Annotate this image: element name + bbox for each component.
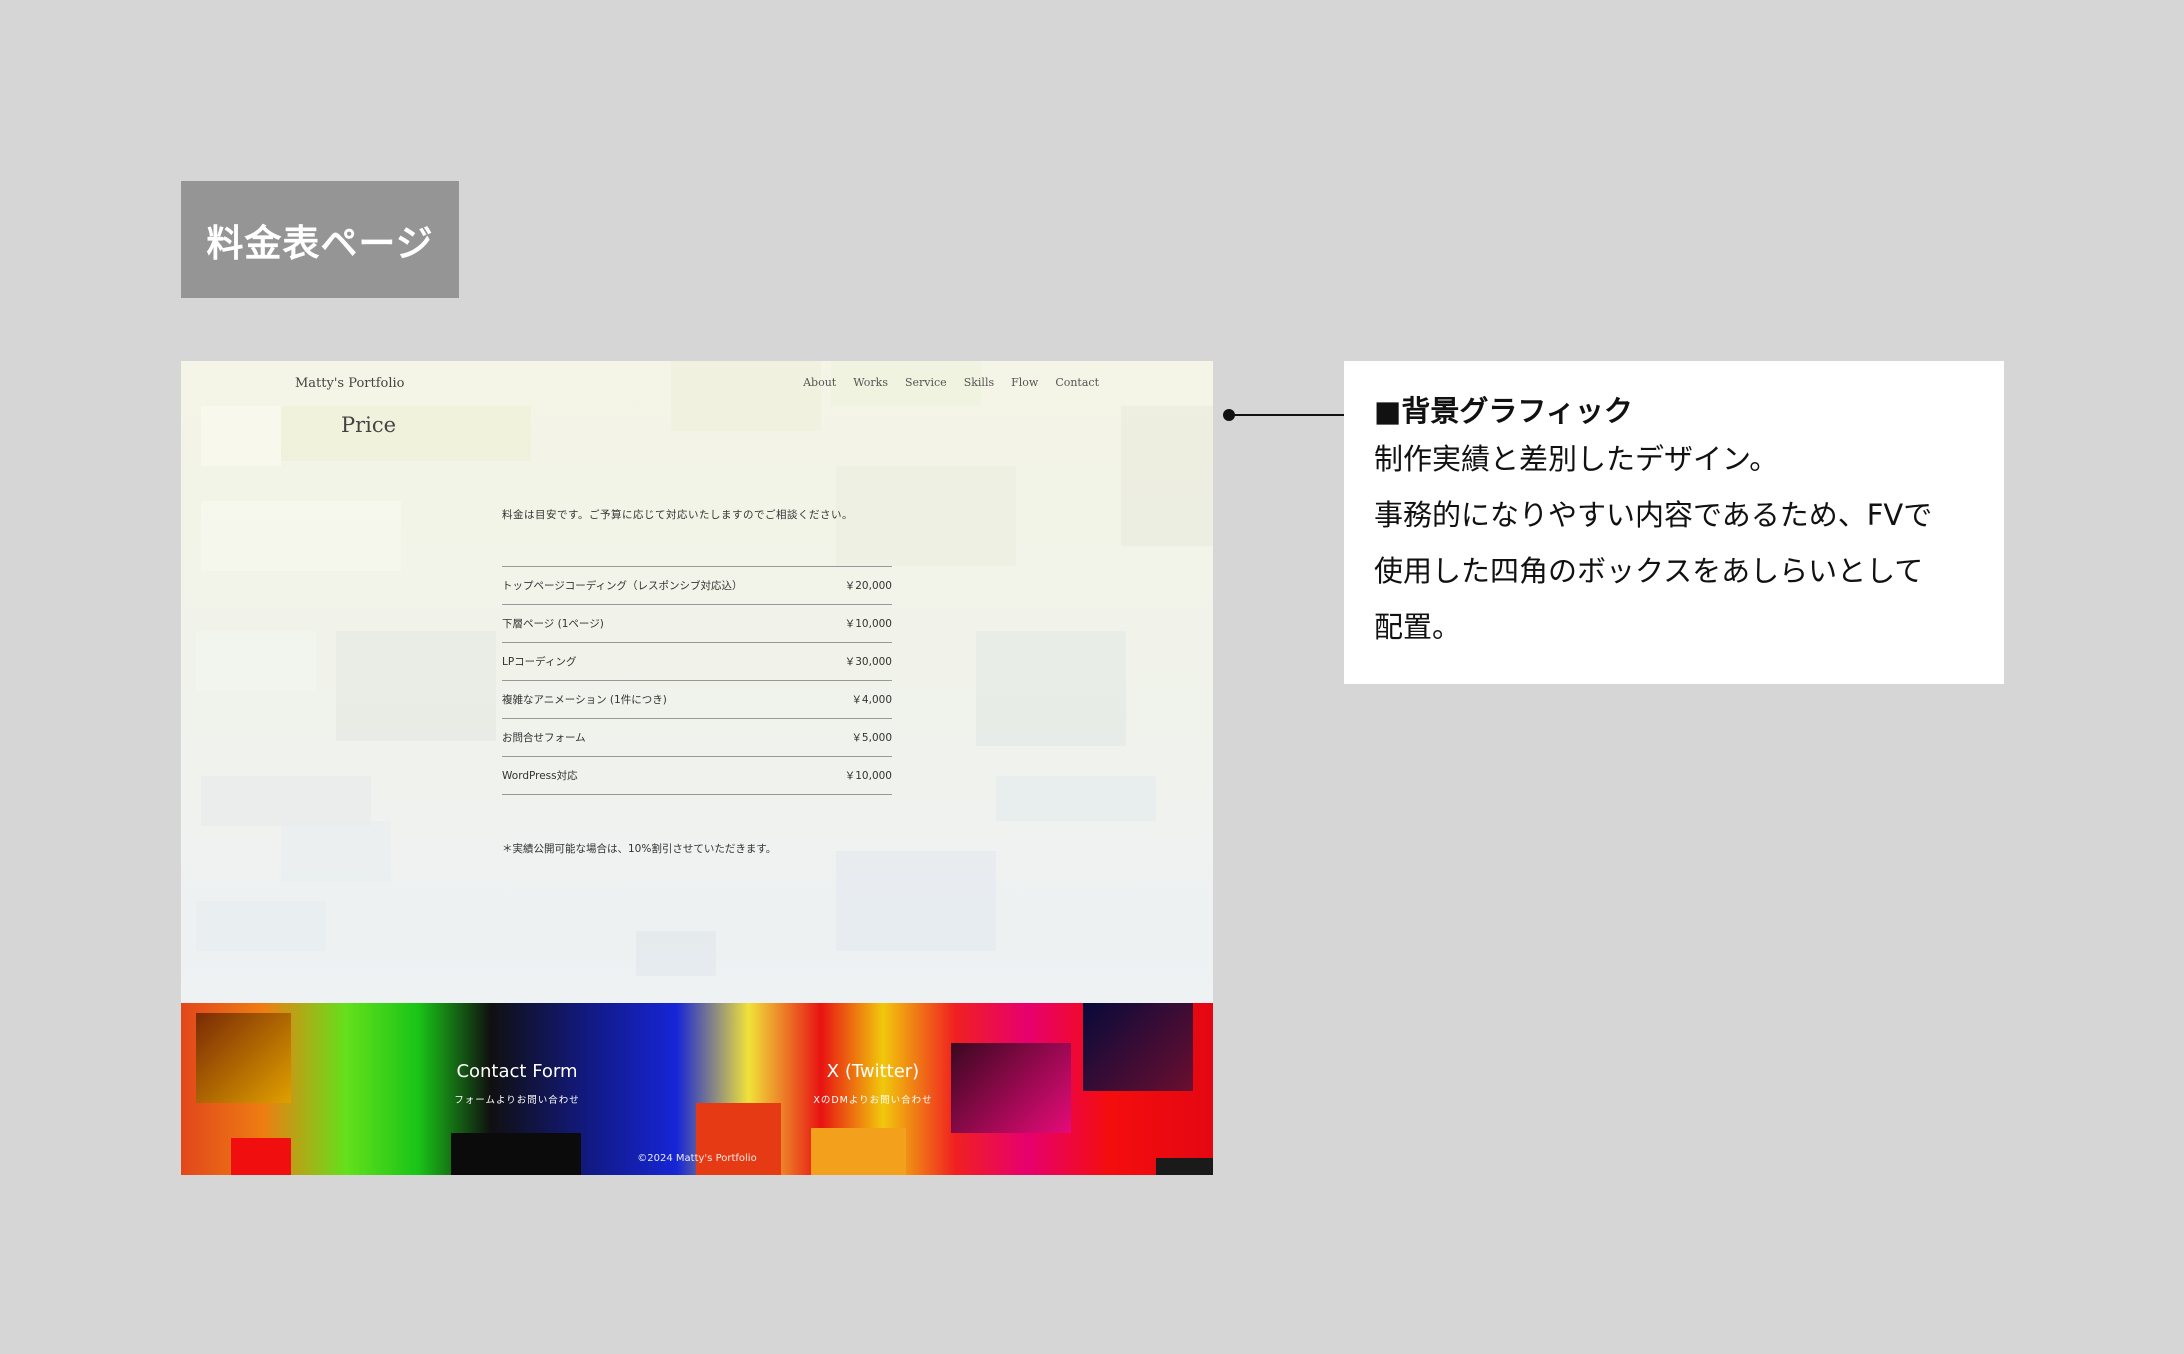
price-row: LPコーディング ￥30,000 [502,643,892,681]
footer-graphic [1083,1003,1193,1091]
footer-graphic [196,1013,291,1103]
nav-works[interactable]: Works [853,376,888,389]
footer-graphic [811,1128,906,1175]
page-label: 料金表ページ [181,181,459,298]
price-item: トップページコーディング（レスポンシブ対応込） [502,580,743,592]
twitter-link[interactable]: X (Twitter) XのDMよりお問い合わせ [773,1061,973,1106]
nav-about[interactable]: About [803,376,836,389]
bg-box [201,501,401,571]
copyright: ©2024 Matty's Portfolio [637,1153,757,1164]
bg-box [196,901,326,951]
contact-form-title[interactable]: Contact Form [417,1061,617,1082]
connector-line [1229,414,1344,416]
bg-box [336,631,496,741]
annotation-box: ■背景グラフィック 制作実績と差別したデザイン。 事務的になりやすい内容であるた… [1344,361,2004,684]
nav-flow[interactable]: Flow [1011,376,1038,389]
annotation-line: 配置。 [1374,610,1462,644]
nav-skills[interactable]: Skills [964,376,994,389]
price-value: ￥5,000 [851,732,892,744]
price-value: ￥4,000 [851,694,892,706]
price-intro: 料金は目安です。ご予算に応じて対応いたしますのでご相談ください。 [502,509,853,521]
price-value: ￥20,000 [844,580,892,592]
price-value: ￥30,000 [844,656,892,668]
twitter-title[interactable]: X (Twitter) [773,1061,973,1082]
price-row: お問合せフォーム ￥5,000 [502,719,892,757]
price-item: WordPress対応 [502,770,578,782]
price-row: トップページコーディング（レスポンシブ対応込） ￥20,000 [502,567,892,605]
price-value: ￥10,000 [844,770,892,782]
price-item: LPコーディング [502,656,577,668]
contact-form-link[interactable]: Contact Form フォームよりお問い合わせ [417,1061,617,1106]
page-title: Price [341,413,397,437]
price-table: トップページコーディング（レスポンシブ対応込） ￥20,000 下層ページ (1… [502,566,892,795]
price-item: 複雑なアニメーション (1件につき) [502,694,667,706]
annotation-line: 使用した四角のボックスをあしらいとして [1374,554,1924,588]
price-item: 下層ページ (1ページ) [502,618,604,630]
price-row: 下層ページ (1ページ) ￥10,000 [502,605,892,643]
annotation-line: 制作実績と差別したデザイン。 [1374,442,1779,476]
site-nav: About Works Service Skills Flow Contact [803,376,1099,389]
page-screenshot: Matty's Portfolio About Works Service Sk… [181,361,1213,1175]
bg-box [996,776,1156,821]
footer-graphic [696,1103,781,1175]
annotation-line: 事務的になりやすい内容であるため、FVで [1374,498,1933,532]
contact-form-subtitle: フォームよりお問い合わせ [454,1095,580,1106]
twitter-subtitle: XのDMよりお問い合わせ [813,1095,933,1106]
discount-note: ＊実績公開可能な場合は、10%割引させていただきます。 [502,843,777,855]
annotation-heading: ■背景グラフィック [1374,394,1633,428]
price-row: 複雑なアニメーション (1件につき) ￥4,000 [502,681,892,719]
site-footer: Contact Form フォームよりお問い合わせ X (Twitter) Xの… [181,1003,1213,1175]
bg-box [196,631,316,691]
bg-box [281,821,391,881]
price-value: ￥10,000 [844,618,892,630]
bg-box [201,776,371,826]
bg-box [1121,406,1213,546]
bg-box [636,931,716,976]
site-header: Matty's Portfolio About Works Service Sk… [181,361,1213,421]
nav-contact[interactable]: Contact [1055,376,1099,389]
bg-box [836,466,1016,566]
nav-service[interactable]: Service [905,376,947,389]
price-item: お問合せフォーム [502,732,586,744]
bg-box [836,851,996,951]
site-logo[interactable]: Matty's Portfolio [295,376,405,391]
bg-box [976,631,1126,746]
price-row: WordPress対応 ￥10,000 [502,757,892,795]
